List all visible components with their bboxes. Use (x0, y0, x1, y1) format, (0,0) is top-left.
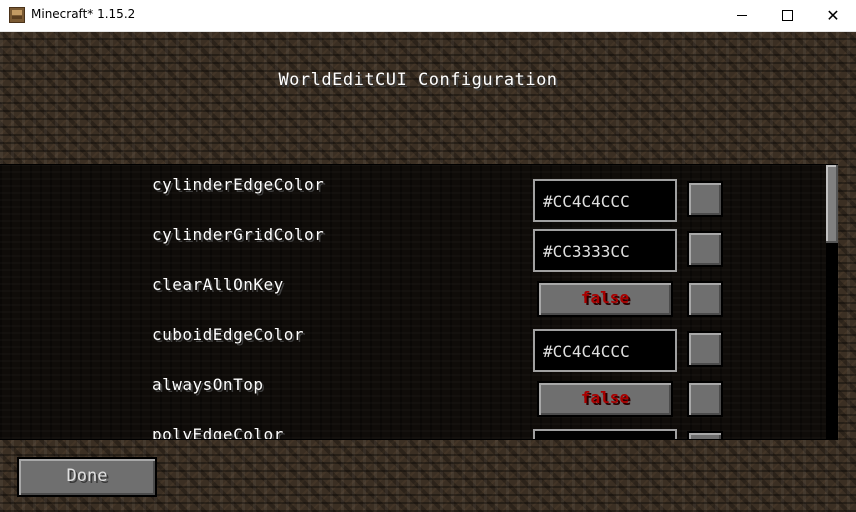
window-titlebar: Minecraft* 1.15.2 ✕ (0, 0, 856, 32)
scrollbar-thumb[interactable] (826, 165, 838, 243)
option-label: alwaysOnTop (152, 375, 264, 394)
option-label: cylinderEdgeColor (152, 175, 325, 194)
option-row-cuboid-edge-color: cuboidEdgeColor #CC4C4CCC (0, 315, 838, 372)
window-title: Minecraft* 1.15.2 (31, 7, 136, 21)
reset-button[interactable] (687, 231, 723, 267)
option-label: polyEdgeColor (152, 425, 284, 440)
screen-title: WorldEditCUI Configuration (278, 70, 558, 90)
done-button[interactable]: Done (17, 457, 157, 497)
options-list: cylinderEdgeColor #CC4C4CCC cylinderGrid… (0, 164, 838, 440)
color-input[interactable] (533, 429, 677, 439)
option-row-always-on-top: alwaysOnTop false (0, 365, 838, 417)
toggle-button[interactable]: false (537, 281, 673, 317)
option-label: cuboidEdgeColor (152, 325, 304, 344)
option-label: cylinderGridColor (152, 225, 325, 244)
game-screen: WorldEditCUI Configuration cylinderEdgeC… (0, 32, 856, 512)
maximize-icon (781, 10, 793, 21)
option-row-poly-edge-color: polyEdgeColor (0, 415, 838, 440)
reset-button[interactable] (687, 381, 723, 417)
option-row-cylinder-edge-color: cylinderEdgeColor #CC4C4CCC (0, 165, 838, 222)
reset-button[interactable] (687, 331, 723, 367)
option-row-cylinder-grid-color: cylinderGridColor #CC3333CC (0, 215, 838, 272)
reset-button[interactable] (687, 181, 723, 217)
option-label: clearAllOnKey (152, 275, 284, 294)
reset-button[interactable] (687, 431, 723, 439)
options-scrollbar[interactable] (826, 165, 838, 439)
toggle-button[interactable]: false (537, 381, 673, 417)
close-button[interactable]: ✕ (810, 0, 856, 31)
reset-button[interactable] (687, 281, 723, 317)
close-icon: ✕ (826, 5, 840, 25)
minimize-button[interactable] (719, 0, 765, 31)
maximize-button[interactable] (764, 0, 810, 31)
minecraft-app-icon (9, 7, 25, 23)
option-row-clear-all-on-key: clearAllOnKey false (0, 265, 838, 317)
minimize-icon (737, 15, 747, 16)
